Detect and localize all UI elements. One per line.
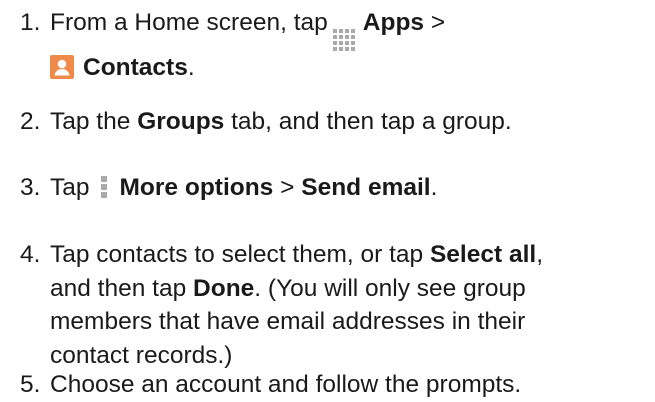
step-line: contact records.) <box>50 339 650 373</box>
done-label: Done <box>193 274 255 302</box>
step-text-segment: Choose an account and follow the prompts… <box>50 371 522 398</box>
step-text-segment: and then tap <box>50 274 187 302</box>
instruction-list: 1. From a Home screen, tap Apps > Contact… <box>0 0 655 402</box>
step-line: and then tap Done. (You will only see gr… <box>50 272 650 306</box>
step-3: 3. Tap More options > Send email. <box>20 171 650 205</box>
step-text: Tap the Groups tab, and then tap a group… <box>50 105 650 139</box>
step-number: 1. <box>20 9 41 36</box>
step-text-segment: tab, and then tap a group. <box>231 108 512 135</box>
step-2: 2. Tap the Groups tab, and then tap a gr… <box>20 105 650 139</box>
step-text: Choose an account and follow the prompts… <box>50 368 650 402</box>
step-text-segment: . <box>187 54 195 81</box>
step-line: From a Home screen, tap Apps > <box>50 6 650 51</box>
step-1: 1. From a Home screen, tap Apps > Contact… <box>20 6 650 85</box>
apps-grid-icon <box>332 29 357 51</box>
more-options-label: More options <box>119 174 274 201</box>
step-text: From a Home screen, tap Apps > Contacts. <box>50 6 650 85</box>
step-text-segment: Tap contacts to select them, or tap <box>50 241 424 268</box>
step-line: Tap contacts to select them, or tap Sele… <box>50 238 650 272</box>
step-text-segment: contact records.) <box>50 341 233 369</box>
groups-label: Groups <box>137 108 225 135</box>
step-text-segment: , <box>536 241 543 268</box>
contacts-label: Contacts <box>83 54 188 81</box>
apps-label: Apps <box>362 9 425 36</box>
send-email-label: Send email <box>301 174 431 201</box>
step-4: 4. Tap contacts to select them, or tap S… <box>20 238 650 372</box>
contacts-icon <box>50 55 74 79</box>
step-text-segment: > <box>280 174 295 201</box>
step-text-segment: . (You will only see group <box>254 274 526 302</box>
step-text-segment: members that have email addresses in the… <box>50 308 526 335</box>
step-text: Tap More options > Send email. <box>50 171 650 205</box>
step-line: members that have email addresses in the… <box>50 305 650 339</box>
step-number: 4. <box>20 241 41 268</box>
step-text-segment: > <box>430 9 446 36</box>
step-number: 3. <box>20 174 41 201</box>
more-options-icon <box>100 176 107 198</box>
step-text-segment: From a Home screen, tap <box>50 9 328 36</box>
step-number: 5. <box>20 371 41 398</box>
step-text-segment: Tap <box>50 174 90 201</box>
step-line: Contacts. <box>50 51 650 85</box>
step-text: Tap contacts to select them, or tap Sele… <box>50 238 650 372</box>
step-text-segment: Tap the <box>50 108 131 135</box>
step-5: 5. Choose an account and follow the prom… <box>20 368 650 402</box>
select-all-label: Select all <box>429 241 537 268</box>
step-text-segment: . <box>430 174 438 201</box>
step-number: 2. <box>20 108 41 135</box>
